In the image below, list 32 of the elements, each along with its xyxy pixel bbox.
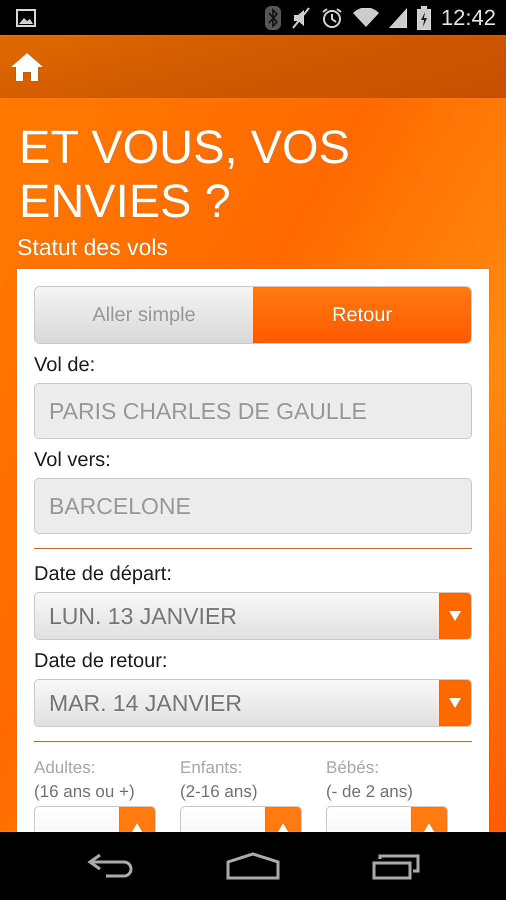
back-icon[interactable] <box>86 852 134 880</box>
dropdown-arrow-icon <box>449 698 461 708</box>
field-label: Vol de: <box>34 354 96 377</box>
age-range: (16 ans ou +) <box>34 782 136 802</box>
picture-icon <box>16 8 36 26</box>
home-icon[interactable] <box>226 852 280 880</box>
battery-icon <box>416 6 431 30</box>
section-title: Statut des vols <box>17 234 169 261</box>
bluetooth-icon <box>264 6 281 30</box>
date-dropdown[interactable]: LUN. 13 JANVIER <box>34 592 472 640</box>
airport-field[interactable]: BARCELONE <box>34 478 472 534</box>
age-range: (2-16 ans) <box>180 782 258 802</box>
clock-time: 12:42 <box>440 4 496 30</box>
home-icon[interactable] <box>10 52 44 82</box>
wifi-icon <box>352 8 379 28</box>
trip-type-tab[interactable]: Aller simple <box>35 287 253 343</box>
recent-apps-icon[interactable] <box>372 852 420 880</box>
airport-field[interactable]: PARIS CHARLES DE GAULLE <box>34 383 472 439</box>
alarm-icon <box>320 6 343 28</box>
passenger-label: Bébés: <box>326 758 380 778</box>
passenger-label: Enfants: <box>180 758 244 778</box>
muted-speaker-icon <box>290 6 311 28</box>
date-dropdown[interactable]: MAR. 14 JANVIER <box>34 679 472 727</box>
dropdown-arrow-icon <box>449 611 461 621</box>
field-label: Vol vers: <box>34 449 112 472</box>
signal-icon <box>388 8 407 28</box>
trip-type-tab[interactable]: Retour <box>253 287 471 343</box>
passenger-label: Adultes: <box>34 758 96 778</box>
age-range: (- de 2 ans) <box>326 782 414 802</box>
field-label: Date de départ: <box>34 563 173 586</box>
page-title: ET VOUS, VOS ENVIES ? <box>19 120 351 228</box>
field-label: Date de retour: <box>34 650 168 673</box>
